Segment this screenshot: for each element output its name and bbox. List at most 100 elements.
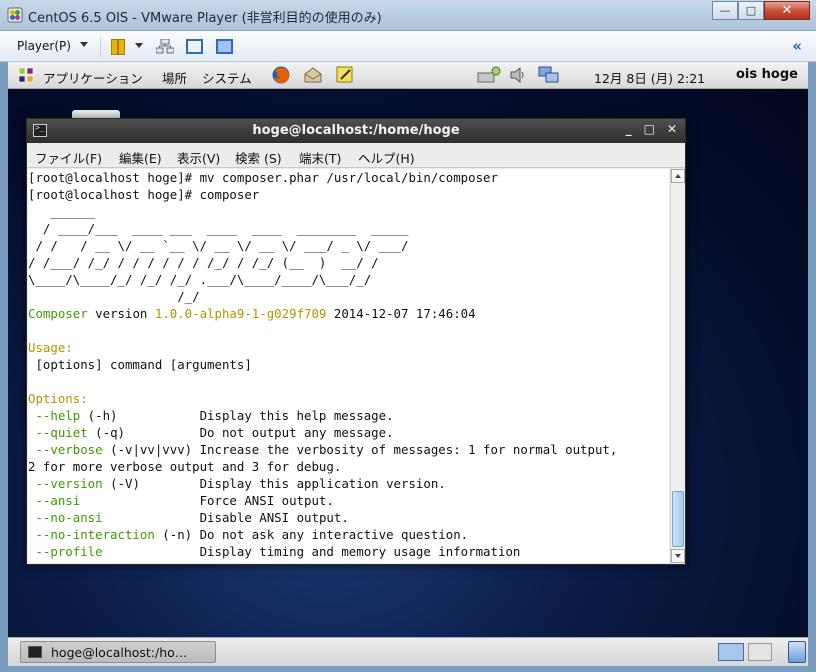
terminal-text: (-q) Do not output any message.: [87, 425, 394, 440]
terminal-text: Usage:: [28, 340, 73, 355]
terminal-text: / / / __ \/ __ `__ \/ __ \/ __ \/ ___/ _…: [28, 238, 409, 253]
terminal-line: ______: [28, 203, 617, 220]
terminal-line: Usage:: [28, 339, 617, 356]
network-status-icon[interactable]: [476, 65, 502, 85]
terminal-text: (-n) Do not ask any interactive question…: [154, 527, 469, 542]
terminal-title: hoge@localhost:/home/hoge: [252, 123, 460, 138]
taskbar-terminal-button[interactable]: hoge@localhost:/ho…: [20, 641, 216, 663]
terminal-line: / ____/___ ____ ___ ____ ____ ________ _…: [28, 220, 617, 237]
vmware-titlebar: CentOS 6.5 OIS - VMware Player (非営利目的の使用…: [0, 0, 816, 31]
frame-edge-right: [808, 62, 816, 672]
vmware-app-icon: [7, 7, 23, 23]
terminal-text: Force ANSI output.: [80, 493, 334, 508]
workspace-2[interactable]: [748, 643, 772, 661]
terminal-line: --verbose (-v|vv|vvv) Increase the verbo…: [28, 441, 617, 458]
firefox-icon[interactable]: [271, 65, 291, 85]
window-title: CentOS 6.5 OIS - VMware Player (非営利目的の使用…: [28, 11, 382, 26]
user-menu[interactable]: ois hoge: [736, 67, 798, 82]
terminal-line: --no-interaction (-n) Do not ask any int…: [28, 526, 617, 543]
mail-icon[interactable]: [303, 65, 323, 85]
terminal-line: / /___/ /_/ / / / / / / /_/ / /_/ (__ ) …: [28, 254, 617, 271]
system-menu[interactable]: システム: [202, 68, 252, 87]
gnome-top-panel: アプリケーション 場所 システム 12月 8日 (月) 2:21 ois hog…: [8, 62, 808, 89]
terminal-line: [options] command [arguments]: [28, 356, 617, 373]
panel-clock[interactable]: 12月 8日 (月) 2:21: [594, 68, 705, 87]
terminal-text: --version: [28, 476, 103, 491]
network-devices-icon[interactable]: [156, 39, 174, 54]
terminal-line: 2 for more verbose output and 3 for debu…: [28, 458, 617, 475]
terminal-line: [root@localhost hoge]# composer: [28, 186, 617, 203]
pause-icon[interactable]: [111, 39, 125, 55]
terminal-text: /_/: [28, 289, 200, 304]
terminal-menubar: ファイル(F) 編集(E) 表示(V) 検索 (S) 端末(T) ヘルプ(H): [27, 143, 685, 168]
centos-logo-icon[interactable]: [17, 66, 35, 84]
places-menu[interactable]: 場所: [162, 68, 187, 87]
collapse-toolbar-button[interactable]: «: [792, 37, 802, 55]
terminal-line: --version (-V) Display this application …: [28, 475, 617, 492]
fullscreen-icon[interactable]: [186, 39, 203, 54]
terminal-text: \____/\____/_/ /_/ /_/ .___/\____/____/\…: [28, 272, 372, 287]
terminal-close-button[interactable]: ✕: [667, 122, 677, 136]
terminal-text: [options] command [arguments]: [28, 357, 252, 372]
terminal-text: --profile: [28, 544, 103, 559]
terminal-text: ______: [28, 204, 96, 219]
terminal-text: --help: [28, 408, 81, 423]
terminal-minimize-button[interactable]: _: [626, 122, 632, 136]
unity-mode-icon[interactable]: [216, 39, 233, 54]
menu-help[interactable]: ヘルプ(H): [358, 148, 415, 167]
desktop-icon[interactable]: [72, 110, 120, 118]
terminal-text: Display timing and memory usage informat…: [102, 544, 521, 559]
terminal-scrollbar[interactable]: [670, 169, 685, 563]
terminal-text: 1.0.0-alpha9-1-g029f709: [154, 306, 327, 321]
terminal-line: --profile Display timing and memory usag…: [28, 543, 617, 560]
close-button[interactable]: ✕: [764, 1, 810, 20]
applications-menu[interactable]: アプリケーション: [43, 68, 143, 87]
terminal-text: --no-interaction: [28, 527, 155, 542]
terminal-line: Options:: [28, 390, 617, 407]
scroll-down-button[interactable]: [671, 549, 685, 563]
terminal-text: --no-ansi: [28, 510, 103, 525]
volume-icon[interactable]: [508, 65, 528, 85]
terminal-titlebar[interactable]: hoge@localhost:/home/hoge _ □ ✕: [27, 119, 685, 143]
terminal-line: --quiet (-q) Do not output any message.: [28, 424, 617, 441]
terminal-output[interactable]: [root@localhost hoge]# mv composer.phar …: [28, 169, 669, 563]
scroll-up-button[interactable]: [671, 169, 685, 183]
terminal-line: --ansi Force ANSI output.: [28, 492, 617, 509]
terminal-text: 2014-12-07 17:46:04: [326, 306, 476, 321]
terminal-icon: [28, 646, 42, 658]
terminal-text: / ____/___ ____ ___ ____ ____ ________ _…: [28, 221, 409, 236]
terminal-text: Options:: [28, 391, 88, 406]
player-menu[interactable]: Player(P): [17, 39, 71, 53]
terminal-text: Disable ANSI output.: [102, 510, 349, 525]
frame-edge-bottom: [0, 666, 816, 672]
workspace-1[interactable]: [718, 643, 744, 661]
chevron-down-icon[interactable]: [135, 43, 143, 48]
maximize-button[interactable]: □: [738, 1, 764, 20]
terminal-text: --verbose: [28, 442, 103, 457]
chevron-down-icon[interactable]: [80, 42, 88, 47]
menu-edit[interactable]: 編集(E): [119, 148, 162, 167]
terminal-text: (-h) Display this help message.: [80, 408, 394, 423]
menu-search[interactable]: 検索 (S): [235, 148, 282, 167]
toolbar-divider: [100, 37, 101, 57]
menu-terminal[interactable]: 端末(T): [299, 148, 341, 167]
frame-edge-left: [0, 62, 8, 672]
terminal-text: --ansi: [28, 493, 81, 508]
terminal-maximize-button[interactable]: □: [644, 122, 655, 136]
minimize-button[interactable]: —: [712, 1, 738, 20]
scrollbar-thumb[interactable]: [672, 491, 684, 547]
trash-icon[interactable]: [788, 641, 806, 663]
terminal-text: [root@localhost hoge]# composer: [28, 187, 260, 202]
window-controls: — □ ✕: [712, 1, 810, 20]
terminal-line: Composer version 1.0.0-alpha9-1-g029f709…: [28, 305, 617, 322]
display-icon[interactable]: [538, 65, 560, 85]
menu-view[interactable]: 表示(V): [177, 148, 220, 167]
terminal-text: version: [87, 306, 155, 321]
terminal-line: [root@localhost hoge]# mv composer.phar …: [28, 169, 617, 186]
menu-file[interactable]: ファイル(F): [35, 148, 102, 167]
notes-icon[interactable]: [335, 65, 355, 85]
terminal-line: --help (-h) Display this help message.: [28, 407, 617, 424]
terminal-text: --quiet: [28, 425, 88, 440]
terminal-line: / / / __ \/ __ `__ \/ __ \/ __ \/ ___/ _…: [28, 237, 617, 254]
